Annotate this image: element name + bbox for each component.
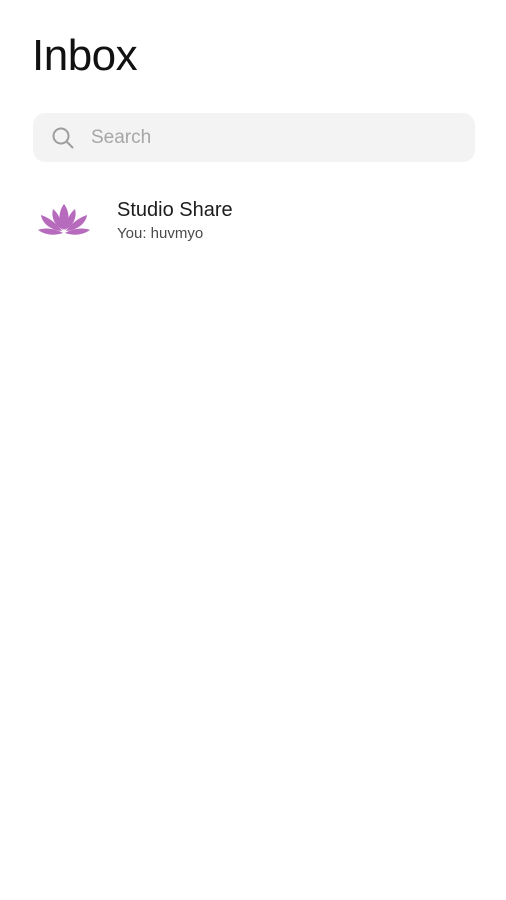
search-bar[interactable] <box>33 113 475 162</box>
conversation-item-studio-share[interactable]: Studio Share You: huvmyo <box>0 188 506 254</box>
search-input[interactable] <box>91 126 451 149</box>
conversation-name: Studio Share <box>117 199 233 221</box>
inbox-screen: Inbox Search Studio Share You: huvmyo <box>0 0 506 900</box>
conversation-list: Studio Share You: huvmyo <box>0 188 506 254</box>
page-title: Inbox <box>32 31 138 80</box>
conversation-text: Studio Share You: huvmyo <box>117 197 233 244</box>
search-icon <box>51 126 75 150</box>
lotus-icon <box>36 200 92 240</box>
conversation-preview: You: huvmyo <box>117 225 204 242</box>
